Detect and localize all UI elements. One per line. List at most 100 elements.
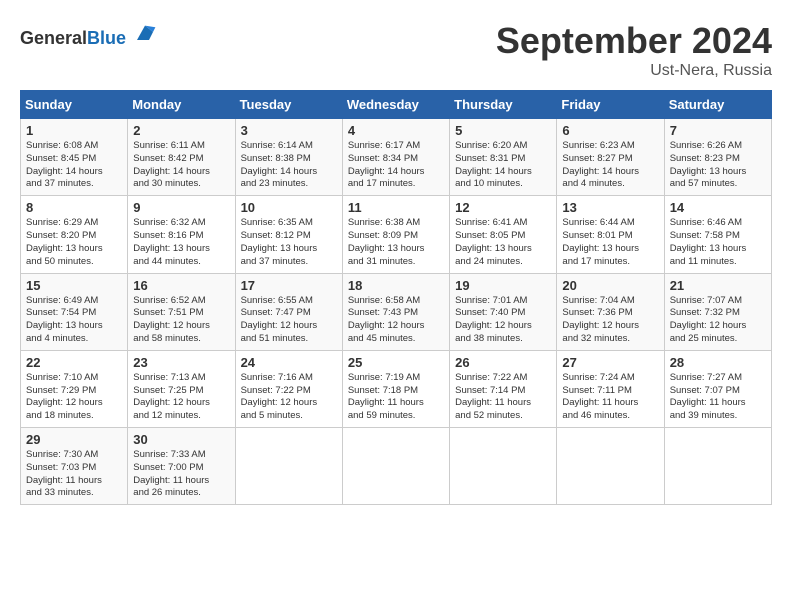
title-area: September 2024 Ust-Nera, Russia — [496, 20, 772, 80]
day-header-monday: Monday — [128, 91, 235, 119]
cell-content: Sunrise: 6:55 AMSunset: 7:47 PMDaylight:… — [241, 295, 337, 346]
calendar-cell: 2 Sunrise: 6:11 AMSunset: 8:42 PMDaylight… — [128, 119, 235, 196]
cell-content: Sunrise: 7:30 AMSunset: 7:03 PMDaylight:… — [26, 449, 122, 500]
cell-content: Sunrise: 7:04 AMSunset: 7:36 PMDaylight:… — [562, 295, 658, 346]
day-number: 17 — [241, 278, 337, 293]
week-row-3: 15 Sunrise: 6:49 AMSunset: 7:54 PMDayligh… — [21, 273, 772, 350]
day-number: 18 — [348, 278, 444, 293]
cell-content: Sunrise: 7:19 AMSunset: 7:18 PMDaylight:… — [348, 372, 444, 423]
day-header-sunday: Sunday — [21, 91, 128, 119]
day-number: 7 — [670, 123, 766, 138]
cell-content: Sunrise: 6:49 AMSunset: 7:54 PMDaylight:… — [26, 295, 122, 346]
day-number: 2 — [133, 123, 229, 138]
day-number: 30 — [133, 432, 229, 447]
day-number: 20 — [562, 278, 658, 293]
week-row-5: 29 Sunrise: 7:30 AMSunset: 7:03 PMDayligh… — [21, 428, 772, 505]
day-number: 22 — [26, 355, 122, 370]
day-number: 9 — [133, 200, 229, 215]
calendar-cell: 13Sunrise: 6:44 AMSunset: 8:01 PMDayligh… — [557, 196, 664, 273]
cell-content: Sunrise: 7:10 AMSunset: 7:29 PMDaylight:… — [26, 372, 122, 423]
calendar-cell: 22 Sunrise: 7:10 AMSunset: 7:29 PMDayligh… — [21, 350, 128, 427]
calendar-cell: 9Sunrise: 6:32 AMSunset: 8:16 PMDaylight… — [128, 196, 235, 273]
cell-content: Sunrise: 6:38 AMSunset: 8:09 PMDaylight:… — [348, 217, 444, 268]
calendar-cell: 5 Sunrise: 6:20 AMSunset: 8:31 PMDaylight… — [450, 119, 557, 196]
calendar-cell: 19Sunrise: 7:01 AMSunset: 7:40 PMDayligh… — [450, 273, 557, 350]
logo-general: General — [20, 28, 87, 48]
calendar-cell: 1Sunrise: 6:08 AMSunset: 8:45 PMDaylight… — [21, 119, 128, 196]
day-number: 14 — [670, 200, 766, 215]
calendar-cell: 26 Sunrise: 7:22 AMSunset: 7:14 PMDayligh… — [450, 350, 557, 427]
cell-content: Sunrise: 6:11 AMSunset: 8:42 PMDaylight:… — [133, 140, 229, 191]
cell-content: Sunrise: 7:01 AMSunset: 7:40 PMDaylight:… — [455, 295, 551, 346]
day-header-tuesday: Tuesday — [235, 91, 342, 119]
cell-content: Sunrise: 6:29 AMSunset: 8:20 PMDaylight:… — [26, 217, 122, 268]
cell-content: Sunrise: 6:14 AMSunset: 8:38 PMDaylight:… — [241, 140, 337, 191]
calendar-cell: 14 Sunrise: 6:46 AMSunset: 7:58 PMDayligh… — [664, 196, 771, 273]
day-number: 12 — [455, 200, 551, 215]
calendar-cell — [450, 428, 557, 505]
day-number: 6 — [562, 123, 658, 138]
location-title: Ust-Nera, Russia — [496, 62, 772, 80]
calendar-cell: 20 Sunrise: 7:04 AMSunset: 7:36 PMDayligh… — [557, 273, 664, 350]
calendar-cell — [235, 428, 342, 505]
calendar-cell: 30 Sunrise: 7:33 AMSunset: 7:00 PMDayligh… — [128, 428, 235, 505]
day-number: 21 — [670, 278, 766, 293]
day-number: 26 — [455, 355, 551, 370]
cell-content: Sunrise: 6:23 AMSunset: 8:27 PMDaylight:… — [562, 140, 658, 191]
day-header-thursday: Thursday — [450, 91, 557, 119]
day-number: 3 — [241, 123, 337, 138]
logo-icon — [133, 20, 157, 44]
calendar-cell: 29 Sunrise: 7:30 AMSunset: 7:03 PMDayligh… — [21, 428, 128, 505]
day-number: 27 — [562, 355, 658, 370]
header-row: SundayMondayTuesdayWednesdayThursdayFrid… — [21, 91, 772, 119]
cell-content: Sunrise: 6:52 AMSunset: 7:51 PMDaylight:… — [133, 295, 229, 346]
header: GeneralBlue September 2024 Ust-Nera, Rus… — [20, 20, 772, 80]
calendar-cell: 11 Sunrise: 6:38 AMSunset: 8:09 PMDayligh… — [342, 196, 449, 273]
cell-content: Sunrise: 6:35 AMSunset: 8:12 PMDaylight:… — [241, 217, 337, 268]
calendar-cell — [664, 428, 771, 505]
day-number: 4 — [348, 123, 444, 138]
day-number: 13 — [562, 200, 658, 215]
calendar-cell: 24 Sunrise: 7:16 AMSunset: 7:22 PMDayligh… — [235, 350, 342, 427]
calendar-cell: 25 Sunrise: 7:19 AMSunset: 7:18 PMDayligh… — [342, 350, 449, 427]
cell-content: Sunrise: 6:17 AMSunset: 8:34 PMDaylight:… — [348, 140, 444, 191]
day-number: 24 — [241, 355, 337, 370]
calendar-cell: 12 Sunrise: 6:41 AMSunset: 8:05 PMDayligh… — [450, 196, 557, 273]
calendar-cell: 3 Sunrise: 6:14 AMSunset: 8:38 PMDaylight… — [235, 119, 342, 196]
cell-content: Sunrise: 6:46 AMSunset: 7:58 PMDaylight:… — [670, 217, 766, 268]
calendar-cell: 10 Sunrise: 6:35 AMSunset: 8:12 PMDayligh… — [235, 196, 342, 273]
day-header-wednesday: Wednesday — [342, 91, 449, 119]
day-number: 10 — [241, 200, 337, 215]
cell-content: Sunrise: 6:41 AMSunset: 8:05 PMDaylight:… — [455, 217, 551, 268]
week-row-1: 1Sunrise: 6:08 AMSunset: 8:45 PMDaylight… — [21, 119, 772, 196]
month-title: September 2024 — [496, 20, 772, 62]
cell-content: Sunrise: 7:33 AMSunset: 7:00 PMDaylight:… — [133, 449, 229, 500]
cell-content: Sunrise: 7:24 AMSunset: 7:11 PMDaylight:… — [562, 372, 658, 423]
logo-blue: Blue — [87, 28, 126, 48]
day-number: 11 — [348, 200, 444, 215]
day-number: 5 — [455, 123, 551, 138]
calendar-cell: 27 Sunrise: 7:24 AMSunset: 7:11 PMDayligh… — [557, 350, 664, 427]
cell-content: Sunrise: 6:58 AMSunset: 7:43 PMDaylight:… — [348, 295, 444, 346]
day-header-friday: Friday — [557, 91, 664, 119]
calendar-cell: 18 Sunrise: 6:58 AMSunset: 7:43 PMDayligh… — [342, 273, 449, 350]
day-number: 16 — [133, 278, 229, 293]
week-row-2: 8Sunrise: 6:29 AMSunset: 8:20 PMDaylight… — [21, 196, 772, 273]
calendar-table: SundayMondayTuesdayWednesdayThursdayFrid… — [20, 90, 772, 505]
calendar-cell — [557, 428, 664, 505]
day-header-saturday: Saturday — [664, 91, 771, 119]
cell-content: Sunrise: 7:16 AMSunset: 7:22 PMDaylight:… — [241, 372, 337, 423]
cell-content: Sunrise: 6:26 AMSunset: 8:23 PMDaylight:… — [670, 140, 766, 191]
calendar-cell: 4 Sunrise: 6:17 AMSunset: 8:34 PMDaylight… — [342, 119, 449, 196]
day-number: 1 — [26, 123, 122, 138]
day-number: 28 — [670, 355, 766, 370]
calendar-cell: 17 Sunrise: 6:55 AMSunset: 7:47 PMDayligh… — [235, 273, 342, 350]
calendar-cell: 6 Sunrise: 6:23 AMSunset: 8:27 PMDaylight… — [557, 119, 664, 196]
cell-content: Sunrise: 7:22 AMSunset: 7:14 PMDaylight:… — [455, 372, 551, 423]
cell-content: Sunrise: 6:20 AMSunset: 8:31 PMDaylight:… — [455, 140, 551, 191]
cell-content: Sunrise: 7:13 AMSunset: 7:25 PMDaylight:… — [133, 372, 229, 423]
logo: GeneralBlue — [20, 20, 157, 49]
day-number: 29 — [26, 432, 122, 447]
day-number: 15 — [26, 278, 122, 293]
day-number: 25 — [348, 355, 444, 370]
